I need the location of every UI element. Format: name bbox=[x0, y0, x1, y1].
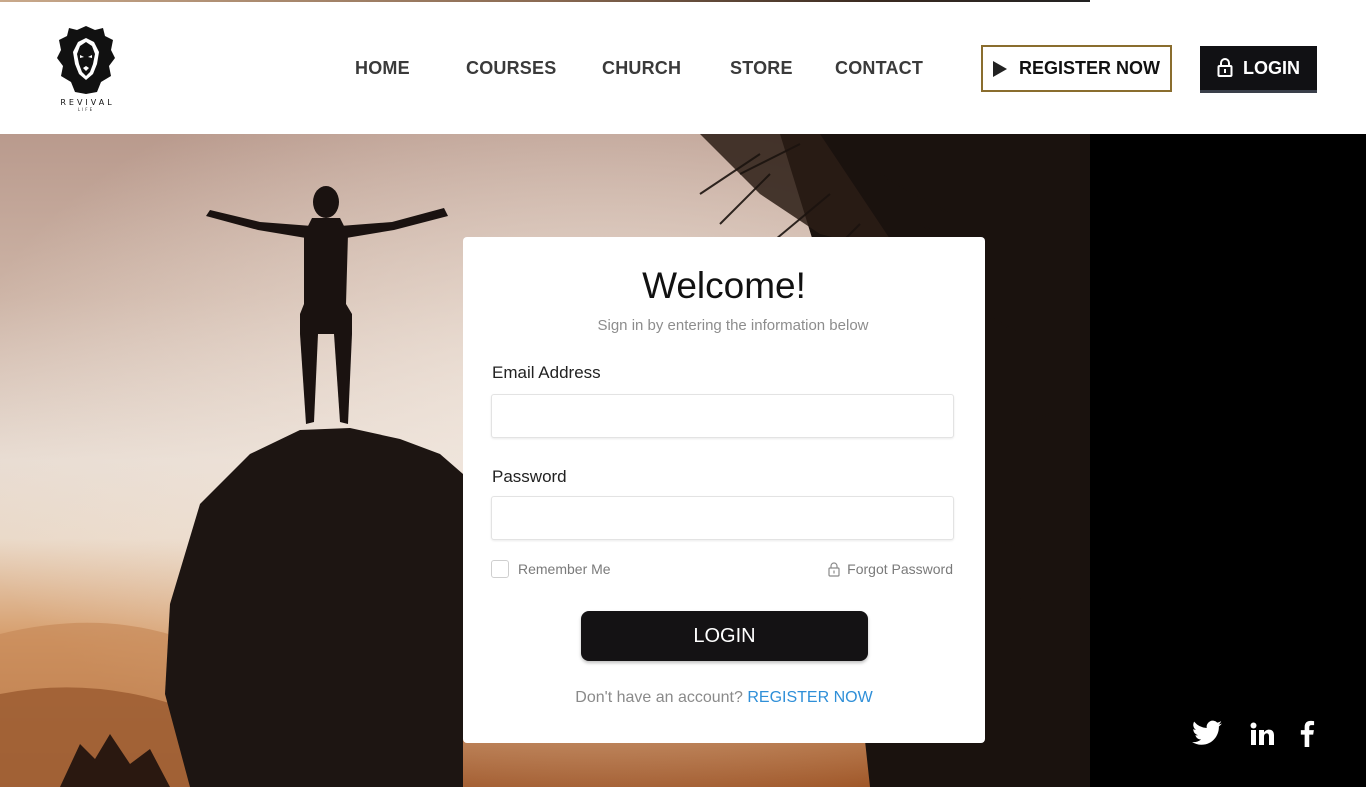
forgot-password-label: Forgot Password bbox=[847, 561, 953, 577]
top-accent-line bbox=[0, 0, 1090, 2]
lock-icon bbox=[1217, 58, 1233, 77]
dark-side-panel bbox=[1090, 134, 1366, 787]
play-icon bbox=[992, 60, 1007, 77]
login-title: Welcome! bbox=[642, 265, 806, 306]
password-label: Password bbox=[492, 467, 567, 486]
register-now-label: REGISTER NOW bbox=[1018, 58, 1160, 78]
remember-me-checkbox[interactable] bbox=[491, 560, 509, 578]
header-login-label: LOGIN bbox=[1243, 57, 1300, 78]
linkedin-icon[interactable] bbox=[1250, 722, 1274, 751]
register-prompt: Don't have an account? REGISTER NOW bbox=[463, 689, 985, 707]
nav-item-home[interactable]: HOME bbox=[355, 58, 410, 79]
register-now-button[interactable]: REGISTER NOW bbox=[981, 45, 1172, 92]
nav-item-contact[interactable]: CONTACT bbox=[835, 58, 923, 79]
email-field[interactable] bbox=[491, 394, 954, 438]
lion-logo-icon bbox=[57, 26, 115, 94]
site-logo[interactable]: REVIVAL LIFE bbox=[56, 24, 116, 116]
password-field[interactable] bbox=[491, 496, 954, 540]
email-label: Email Address bbox=[492, 363, 601, 382]
facebook-icon[interactable] bbox=[1298, 720, 1316, 752]
remember-me[interactable]: Remember Me bbox=[491, 560, 611, 578]
header-login-button[interactable]: LOGIN bbox=[1200, 46, 1317, 93]
login-subtitle: Sign in by entering the information belo… bbox=[597, 317, 869, 334]
nav-item-store[interactable]: STORE bbox=[730, 58, 793, 79]
remember-me-label: Remember Me bbox=[518, 561, 611, 577]
nav-item-church[interactable]: CHURCH bbox=[602, 58, 681, 79]
site-header: REVIVAL LIFE HOME COURSES CHURCH STORE C… bbox=[0, 0, 1366, 134]
lock-icon bbox=[828, 561, 840, 577]
twitter-icon[interactable] bbox=[1192, 720, 1222, 751]
nav-item-courses[interactable]: COURSES bbox=[466, 58, 556, 79]
logo-tagline: LIFE bbox=[77, 107, 95, 112]
forgot-password-link[interactable]: Forgot Password bbox=[828, 561, 953, 577]
login-submit-button[interactable]: LOGIN bbox=[581, 611, 868, 661]
login-card: Welcome! Sign in by entering the informa… bbox=[463, 237, 985, 743]
register-now-link[interactable]: REGISTER NOW bbox=[747, 689, 872, 706]
logo-wordmark: REVIVAL bbox=[60, 98, 115, 107]
no-account-text: Don't have an account? bbox=[575, 689, 743, 706]
